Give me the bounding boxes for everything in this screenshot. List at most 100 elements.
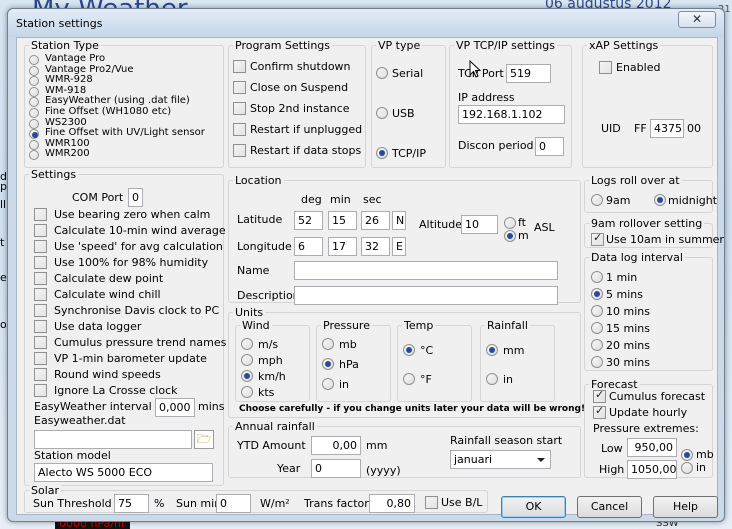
alt-m-radio[interactable] [504,230,516,242]
alt-ft-radio[interactable] [504,217,516,229]
rainfall-unit-radio[interactable] [486,344,498,356]
low-pressure-field[interactable]: 950,00 [627,438,677,457]
uid-prefix: FF [634,122,647,135]
folder-icon[interactable]: 🗁 [194,430,214,449]
logs-roll-midnight-radio[interactable] [654,194,666,206]
altitude-field[interactable]: 10 [461,215,498,234]
ok-button[interactable]: OK [501,496,566,518]
year-label: Year [277,462,301,475]
data-log-radio[interactable] [591,288,603,300]
temp-unit-label: °C [420,344,434,357]
ew-dat-field[interactable] [34,430,192,449]
station-type-radio[interactable] [29,86,39,97]
lon-hem-field[interactable]: E [392,237,406,256]
setting-checkbox[interactable] [34,272,47,285]
use-10am-checkbox[interactable] [591,231,604,246]
wind-unit-label: m/s [258,338,279,351]
wind-unit-radio[interactable] [241,386,253,398]
tcp-port-field[interactable]: 519 [506,64,551,83]
help-button[interactable]: Help [653,496,718,518]
use-bl-checkbox[interactable] [425,496,438,509]
setting-checkbox[interactable] [34,384,47,397]
year-field[interactable]: 0 [311,459,361,478]
setting-checkbox[interactable] [34,208,47,221]
lon-min-field[interactable]: 17 [328,237,357,256]
sun-threshold-field[interactable]: 75 [114,494,149,513]
setting-checkbox[interactable] [34,240,47,253]
update-hourly-checkbox[interactable] [593,404,606,419]
com-port-field[interactable]: 0 [128,188,143,207]
program-setting-checkbox[interactable] [233,102,246,115]
rainfall-unit-radio[interactable] [486,373,498,385]
update-hourly-label: Update hourly [609,406,688,419]
vp-type-radio[interactable] [376,67,388,79]
station-model-field[interactable]: Alecto WS 5000 ECO [34,463,213,482]
setting-checkbox[interactable] [34,256,47,269]
temp-unit-radio[interactable] [403,344,415,356]
station-type-radio[interactable] [29,65,39,76]
wind-unit-radio[interactable] [241,354,253,366]
data-log-radio[interactable] [591,271,603,283]
data-log-radio[interactable] [591,305,603,317]
units-warning: Choose carefully - if you change units l… [239,404,586,414]
pressure-unit-radio[interactable] [322,378,334,390]
lon-sec-field[interactable]: 32 [361,237,390,256]
vp-type-radio[interactable] [376,147,388,159]
station-type-radio[interactable] [29,108,39,118]
logs-roll-9am-radio[interactable] [591,194,603,206]
setting-checkbox[interactable] [34,352,47,365]
station-type-radio[interactable] [29,118,39,129]
description-field[interactable] [294,286,558,305]
station-type-radio[interactable] [29,55,39,65]
station-type-radio[interactable] [29,139,39,150]
lat-deg-field[interactable]: 52 [294,211,323,230]
data-log-label: 20 mins [606,339,650,352]
program-setting-checkbox[interactable] [233,81,246,94]
close-button[interactable]: ✕ [678,11,716,28]
program-setting-checkbox[interactable] [233,144,246,157]
lat-hem-field[interactable]: N [392,211,406,230]
season-start-select[interactable]: januari [450,450,551,469]
vp-type-label: TCP/IP [392,147,426,160]
data-log-radio[interactable] [591,339,603,351]
lat-min-field[interactable]: 15 [328,211,357,230]
sun-min-field[interactable]: 0 [216,494,251,513]
name-field[interactable] [294,261,558,280]
mouse-cursor-icon [469,60,481,78]
pressure-unit-radio[interactable] [322,358,334,370]
temp-unit-radio[interactable] [403,373,415,385]
trans-factor-field[interactable]: 0,80 [369,494,415,513]
lon-deg-field[interactable]: 6 [294,237,323,256]
xap-enabled-checkbox[interactable] [599,61,612,74]
station-model-label: Station model [34,449,111,462]
pressure-unit-radio[interactable] [322,338,334,350]
lat-sec-field[interactable]: 26 [361,211,390,230]
ip-address-field[interactable]: 192.168.1.102 [458,105,565,124]
setting-label: Calculate 10-min wind average [54,224,226,237]
extremes-mb-radio[interactable] [681,449,693,461]
setting-checkbox[interactable] [34,368,47,381]
ytd-amount-field[interactable]: 0,00 [311,436,361,455]
setting-checkbox[interactable] [34,320,47,333]
program-setting-checkbox[interactable] [233,123,246,136]
uid-field[interactable]: 4375 [650,119,684,138]
high-pressure-field[interactable]: 1050,00 [627,460,677,479]
wind-unit-radio[interactable] [241,370,253,382]
pressure-unit-label: mb [339,338,357,351]
program-setting-checkbox[interactable] [233,60,246,73]
cancel-button[interactable]: Cancel [577,496,642,518]
setting-checkbox[interactable] [34,336,47,349]
extremes-in-radio[interactable] [681,462,693,474]
cumulus-forecast-checkbox[interactable] [593,388,606,403]
discon-period-field[interactable]: 0 [535,137,564,156]
data-log-radio[interactable] [591,322,603,334]
ew-interval-field[interactable]: 0,000 [155,398,195,417]
wind-unit-radio[interactable] [241,338,253,350]
setting-checkbox[interactable] [34,288,47,301]
setting-checkbox[interactable] [34,304,47,317]
vp-type-radio[interactable] [376,107,388,119]
data-log-radio[interactable] [591,356,603,368]
station-type-option-label: Vantage Pro [45,53,106,64]
pressure-units-title: Pressure [321,319,372,332]
setting-checkbox[interactable] [34,224,47,237]
